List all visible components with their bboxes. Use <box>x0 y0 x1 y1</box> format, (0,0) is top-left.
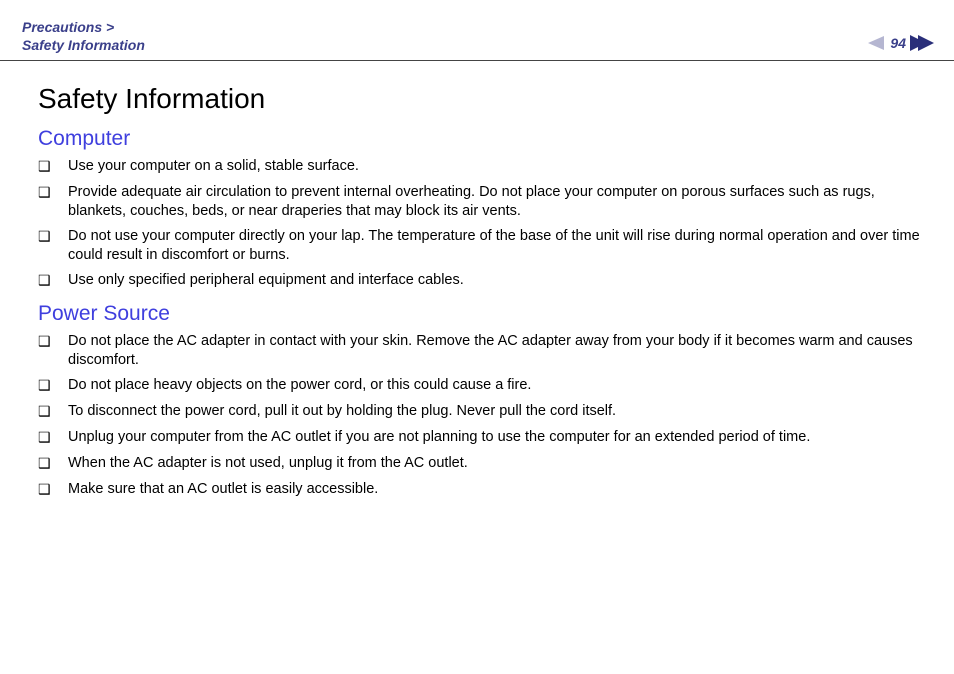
page-header: Precautions > Safety Information 94 <box>0 0 954 61</box>
bullet-icon: ❑ <box>38 402 68 421</box>
page-number: 94 <box>890 35 906 51</box>
list-item: ❑Do not use your computer directly on yo… <box>38 227 924 264</box>
list-item: ❑Use your computer on a solid, stable su… <box>38 157 924 176</box>
content-area: Safety Information Computer ❑Use your co… <box>0 61 954 499</box>
prev-page-icon[interactable] <box>868 35 886 51</box>
list-item: ❑Unplug your computer from the AC outlet… <box>38 428 924 447</box>
page-title: Safety Information <box>38 83 924 115</box>
bullet-icon: ❑ <box>38 454 68 473</box>
bullet-icon: ❑ <box>38 227 68 246</box>
list-item: ❑Do not place heavy objects on the power… <box>38 376 924 395</box>
list-item: ❑Provide adequate air circulation to pre… <box>38 183 924 220</box>
section-heading: Power Source <box>38 302 924 326</box>
bullet-icon: ❑ <box>38 480 68 499</box>
list-item: ❑Use only specified peripheral equipment… <box>38 271 924 290</box>
bullet-icon: ❑ <box>38 271 68 290</box>
list-item: ❑When the AC adapter is not used, unplug… <box>38 454 924 473</box>
breadcrumb-line2: Safety Information <box>22 36 145 54</box>
page-container: Precautions > Safety Information 94 Safe… <box>0 0 954 674</box>
bullet-icon: ❑ <box>38 376 68 395</box>
pager: 94 <box>868 18 936 52</box>
list-item: ❑To disconnect the power cord, pull it o… <box>38 402 924 421</box>
section-list: ❑Do not place the AC adapter in contact … <box>38 332 924 499</box>
section-list: ❑Use your computer on a solid, stable su… <box>38 157 924 290</box>
next-page-icon[interactable] <box>910 34 936 52</box>
list-item: ❑Make sure that an AC outlet is easily a… <box>38 480 924 499</box>
section-heading: Computer <box>38 127 924 151</box>
bullet-icon: ❑ <box>38 428 68 447</box>
list-item: ❑Do not place the AC adapter in contact … <box>38 332 924 369</box>
breadcrumb-line1: Precautions > <box>22 19 114 35</box>
bullet-icon: ❑ <box>38 157 68 176</box>
bullet-icon: ❑ <box>38 332 68 351</box>
bullet-icon: ❑ <box>38 183 68 202</box>
breadcrumb[interactable]: Precautions > Safety Information <box>22 18 145 54</box>
